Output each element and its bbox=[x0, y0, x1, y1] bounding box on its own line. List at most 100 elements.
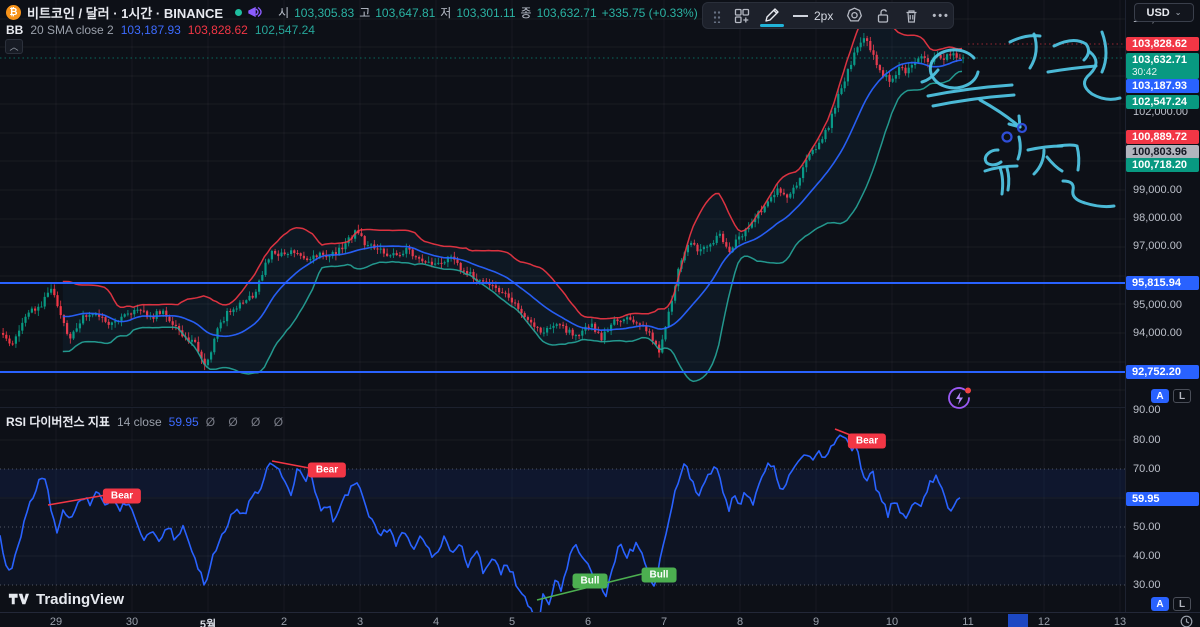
time-tick-label: 4 bbox=[433, 616, 439, 627]
lock-button[interactable] bbox=[876, 3, 891, 28]
price-label: 100,803.96 bbox=[1126, 145, 1199, 159]
rsi-value: 59.95 bbox=[169, 415, 199, 429]
price-label: 103,828.62 bbox=[1126, 37, 1199, 51]
time-axis-selection bbox=[1008, 614, 1028, 627]
open-label: 시 bbox=[278, 4, 289, 21]
pencil-tool-button[interactable] bbox=[763, 3, 780, 28]
tradingview-chart-window: ₿ 비트코인 / 달러 · 1시간 · BINANCE 시 103,305.83… bbox=[0, 0, 1200, 627]
bull-divergence-label[interactable]: Bull bbox=[642, 568, 677, 583]
rsi-params: 14 close bbox=[117, 415, 162, 429]
bb-basis-value: 103,187.93 bbox=[121, 23, 181, 37]
axis-tick-label: 70.00 bbox=[1133, 463, 1161, 475]
toolbar-drag-handle[interactable] bbox=[713, 3, 721, 28]
time-tick-label: 30 bbox=[126, 616, 138, 627]
style-settings-button[interactable] bbox=[846, 3, 863, 28]
price-label: 100,718.20 bbox=[1126, 158, 1199, 172]
time-tick-label: 10 bbox=[886, 616, 898, 627]
time-tick-label: 6 bbox=[585, 616, 591, 627]
bb-upper-value: 103,828.62 bbox=[188, 23, 248, 37]
price-label: 59.95 bbox=[1126, 492, 1199, 506]
time-tick-label: 2 bbox=[281, 616, 287, 627]
auto-scale-button[interactable]: A bbox=[1151, 389, 1169, 403]
add-to-favorites-button[interactable] bbox=[734, 3, 750, 28]
bear-divergence-label[interactable]: Bear bbox=[103, 489, 141, 504]
price-label: 100,889.72 bbox=[1126, 130, 1199, 144]
market-status-dot-icon[interactable] bbox=[235, 9, 242, 16]
active-tool-indicator bbox=[760, 24, 784, 27]
price-label: 103,187.93 bbox=[1126, 79, 1199, 93]
axis-tick-label: 80.00 bbox=[1133, 434, 1161, 446]
bull-divergence-label[interactable]: Bull bbox=[573, 574, 608, 589]
time-tick-label: 11 bbox=[962, 616, 973, 627]
price-label: 95,815.94 bbox=[1126, 276, 1199, 290]
symbol-legend: ₿ 비트코인 / 달러 · 1시간 · BINANCE 시 103,305.83… bbox=[6, 3, 698, 22]
flash-icon bbox=[944, 383, 974, 413]
legend-collapse-button[interactable]: ︿ bbox=[5, 39, 23, 54]
ideas-megaphone-icon[interactable] bbox=[248, 6, 262, 19]
low-label: 저 bbox=[440, 4, 451, 21]
layout-add-icon bbox=[734, 8, 750, 24]
bear-divergence-label[interactable]: Bear bbox=[308, 463, 346, 478]
time-tick-label: 7 bbox=[661, 616, 667, 627]
change-value: +335.75 (+0.33%) bbox=[602, 6, 698, 20]
open-value: 103,305.83 bbox=[294, 6, 354, 20]
high-value: 103,647.81 bbox=[375, 6, 435, 20]
log-scale-button[interactable]: L bbox=[1173, 389, 1191, 403]
bb-name: BB bbox=[6, 23, 23, 37]
symbol-title[interactable]: 비트코인 / 달러 · 1시간 · BINANCE bbox=[27, 3, 223, 22]
time-axis-border bbox=[0, 612, 1200, 613]
line-width-button[interactable]: 2px bbox=[793, 3, 833, 28]
bb-lower-value: 102,547.24 bbox=[255, 23, 315, 37]
time-tick-label: 8 bbox=[737, 616, 743, 627]
boost-flash-button[interactable] bbox=[944, 383, 974, 418]
tradingview-mark-icon bbox=[8, 590, 29, 608]
currency-toggle-button[interactable]: USD ⌄ bbox=[1134, 3, 1194, 22]
axis-tick-label: 50.00 bbox=[1133, 521, 1161, 533]
collapse-chevron-icon: ︿ bbox=[9, 40, 18, 53]
drag-dots-icon bbox=[713, 9, 721, 23]
line-thickness-icon bbox=[793, 15, 808, 17]
rsi-auto-scale-button[interactable]: A bbox=[1151, 597, 1169, 611]
currency-label: USD bbox=[1147, 7, 1170, 19]
high-label: 고 bbox=[359, 4, 370, 21]
time-tick-label: 29 bbox=[50, 616, 62, 627]
rsi-scale-buttons: A L bbox=[1151, 597, 1191, 611]
close-value: 103,632.71 bbox=[537, 6, 597, 20]
clock-icon bbox=[1180, 615, 1193, 627]
axis-tick-label: 99,000.00 bbox=[1133, 184, 1182, 196]
tradingview-wordmark: TradingView bbox=[36, 591, 124, 608]
settings-heptagon-icon bbox=[846, 7, 863, 24]
trash-icon bbox=[904, 8, 919, 24]
axis-tick-label: 97,000.00 bbox=[1133, 240, 1182, 252]
chart-canvas[interactable] bbox=[0, 0, 1200, 627]
line-width-label: 2px bbox=[814, 9, 833, 23]
rsi-log-scale-button[interactable]: L bbox=[1173, 597, 1191, 611]
time-tick-label: 9 bbox=[813, 616, 819, 627]
drawing-toolbar: 2px ••• bbox=[702, 2, 954, 29]
bb-params: 20 SMA close 2 bbox=[30, 23, 113, 37]
time-tick-label: 12 bbox=[1038, 616, 1050, 627]
tradingview-logo[interactable]: TradingView bbox=[8, 590, 124, 608]
bear-divergence-label[interactable]: Bear bbox=[848, 434, 886, 449]
price-label: 102,547.24 bbox=[1126, 95, 1199, 109]
price-label: 103,632.7130:42 bbox=[1126, 53, 1199, 79]
delete-button[interactable] bbox=[904, 3, 919, 28]
axis-tick-label: 90.00 bbox=[1133, 404, 1161, 416]
main-scale-buttons: A L bbox=[1151, 389, 1191, 403]
time-tick-label: 3 bbox=[357, 616, 363, 627]
close-label: 종 bbox=[521, 4, 532, 21]
timezone-button[interactable] bbox=[1180, 615, 1193, 627]
btc-logo-icon: ₿ bbox=[6, 5, 21, 20]
price-label: 92,752.20 bbox=[1126, 365, 1199, 379]
bb-indicator-legend[interactable]: BB 20 SMA close 2 103,187.93 103,828.62 … bbox=[6, 23, 315, 37]
countdown-label: 30:42 bbox=[1132, 67, 1199, 78]
rsi-name: RSI 다이버전스 지표 bbox=[6, 413, 110, 430]
time-tick-label: 5월 bbox=[200, 616, 216, 627]
axis-tick-label: 40.00 bbox=[1133, 550, 1161, 562]
rsi-indicator-legend[interactable]: RSI 다이버전스 지표 14 close 59.95 Ø Ø Ø Ø bbox=[6, 413, 288, 430]
more-options-button[interactable]: ••• bbox=[932, 3, 950, 28]
axis-tick-label: 95,000.00 bbox=[1133, 299, 1182, 311]
axis-tick-label: 98,000.00 bbox=[1133, 212, 1182, 224]
axis-tick-label: 30.00 bbox=[1133, 579, 1161, 591]
time-tick-label: 13 bbox=[1114, 616, 1126, 627]
